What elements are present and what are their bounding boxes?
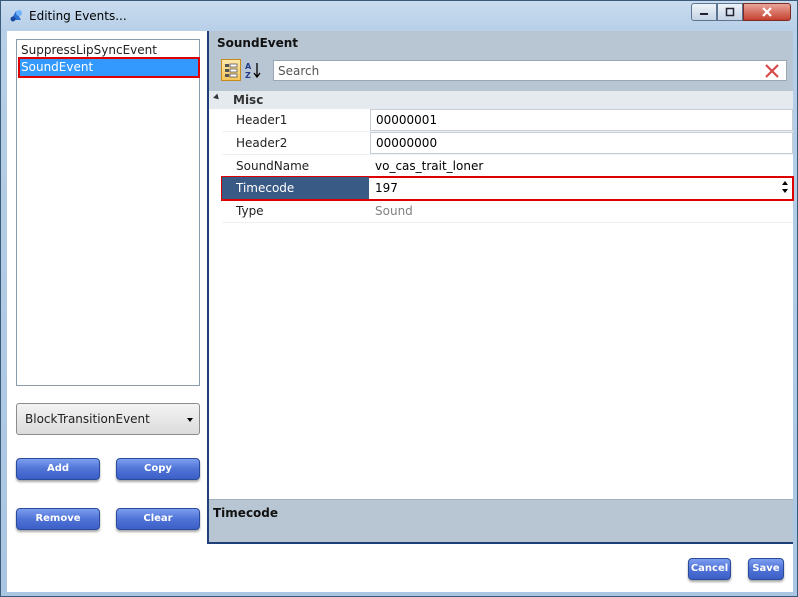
maximize-button[interactable] [717, 3, 743, 21]
svg-text:A: A [245, 62, 252, 71]
minimize-button[interactable] [691, 3, 717, 21]
property-name: Header2 [236, 136, 288, 150]
description-panel: Timecode [209, 499, 793, 542]
property-row-header1[interactable]: Header1 00000001 [222, 109, 793, 132]
remove-button[interactable]: Remove [16, 508, 100, 530]
clear-button[interactable]: Clear [116, 508, 200, 530]
property-value[interactable]: vo_cas_trait_loner [370, 155, 793, 177]
event-list[interactable]: SuppressLipSyncEvent SoundEvent [16, 39, 200, 386]
minimize-icon [700, 13, 708, 15]
alphabetical-sort-button[interactable]: A Z [245, 61, 261, 80]
property-name: Timecode [222, 177, 369, 199]
svg-text:Z: Z [245, 71, 251, 79]
search-input[interactable] [274, 61, 754, 80]
property-grid-header: SoundEvent A Z [209, 31, 793, 91]
save-button[interactable]: Save [748, 558, 784, 580]
window-title: Editing Events... [29, 9, 127, 23]
property-grid-title: SoundEvent [217, 36, 298, 50]
editing-events-window: Editing Events... SuppressLipSyncEvent S… [0, 0, 798, 597]
close-icon [762, 7, 772, 17]
property-value-input[interactable]: 00000000 [370, 132, 793, 154]
property-grid: SoundEvent A Z Search Misc Header1 00000… [207, 31, 794, 544]
property-row-timecode[interactable]: Timecode 197 [221, 176, 794, 201]
event-type-value: BlockTransitionEvent [25, 412, 150, 426]
collapse-triangle-icon[interactable] [213, 93, 221, 102]
title-bar[interactable]: Editing Events... [1, 1, 797, 31]
property-name: Header1 [236, 113, 288, 127]
property-row-soundname[interactable]: SoundName vo_cas_trait_loner [222, 155, 793, 178]
events-app-icon [10, 10, 22, 22]
property-value-readonly: Sound [375, 204, 413, 218]
chevron-down-icon [187, 418, 193, 422]
event-type-dropdown[interactable]: BlockTransitionEvent [16, 403, 200, 435]
list-item[interactable]: SuppressLipSyncEvent [20, 42, 198, 59]
close-button[interactable] [743, 3, 791, 21]
category-misc[interactable]: Misc [209, 91, 793, 109]
property-value-numeric[interactable]: 197 [370, 177, 793, 199]
alphabetical-sort-icon: A Z [245, 62, 261, 80]
property-name: SoundName [236, 159, 310, 173]
search-box[interactable] [273, 60, 787, 81]
maximize-icon [725, 7, 735, 17]
description-title: Timecode [213, 506, 279, 520]
categorized-sort-icon [225, 63, 238, 78]
property-row-type[interactable]: Type Sound [222, 200, 793, 223]
property-row-header2[interactable]: Header2 00000000 [222, 132, 793, 155]
copy-button[interactable]: Copy [116, 458, 200, 480]
add-button[interactable]: Add [16, 458, 100, 480]
spinner-arrows-icon[interactable] [781, 179, 789, 195]
property-name: Type [236, 204, 264, 218]
category-name: Misc [233, 93, 264, 107]
dialog-client: SuppressLipSyncEvent SoundEvent BlockTra… [7, 31, 794, 592]
cancel-button[interactable]: Cancel [688, 558, 731, 580]
clear-x-icon[interactable] [764, 63, 780, 79]
property-value-input[interactable]: 00000001 [370, 109, 793, 131]
categorized-sort-button[interactable] [221, 59, 241, 81]
timecode-value[interactable]: 197 [375, 181, 398, 195]
list-item-selected[interactable]: SoundEvent [18, 57, 200, 78]
